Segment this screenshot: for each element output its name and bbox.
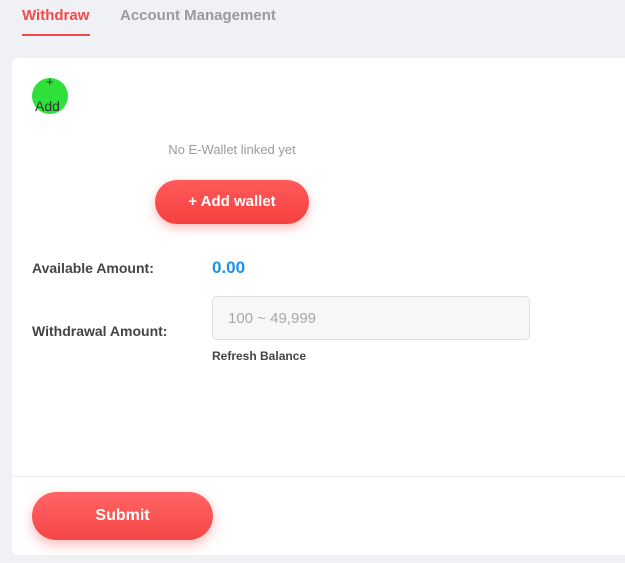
tab-bar: Withdraw Account Management [0,0,625,44]
available-amount-label: Available Amount: [32,260,154,276]
refresh-balance-link[interactable]: Refresh Balance [212,349,306,363]
withdrawal-amount-input[interactable] [212,296,530,340]
withdrawal-amount-label: Withdrawal Amount: [32,323,168,339]
plus-icon: + [46,74,54,89]
withdraw-card: + Add No E-Wallet linked yet + Add walle… [12,58,625,555]
tab-withdraw[interactable]: Withdraw [22,7,89,24]
available-amount-value: 0.00 [212,258,246,277]
empty-wallet-message: No E-Wallet linked yet [168,142,296,157]
tab-active-indicator [22,34,90,36]
tab-account-management[interactable]: Account Management [120,7,276,24]
add-label: Add [35,98,60,114]
submit-button[interactable]: Submit [32,492,213,540]
divider [12,476,625,477]
add-wallet-button[interactable]: + Add wallet [155,180,309,224]
